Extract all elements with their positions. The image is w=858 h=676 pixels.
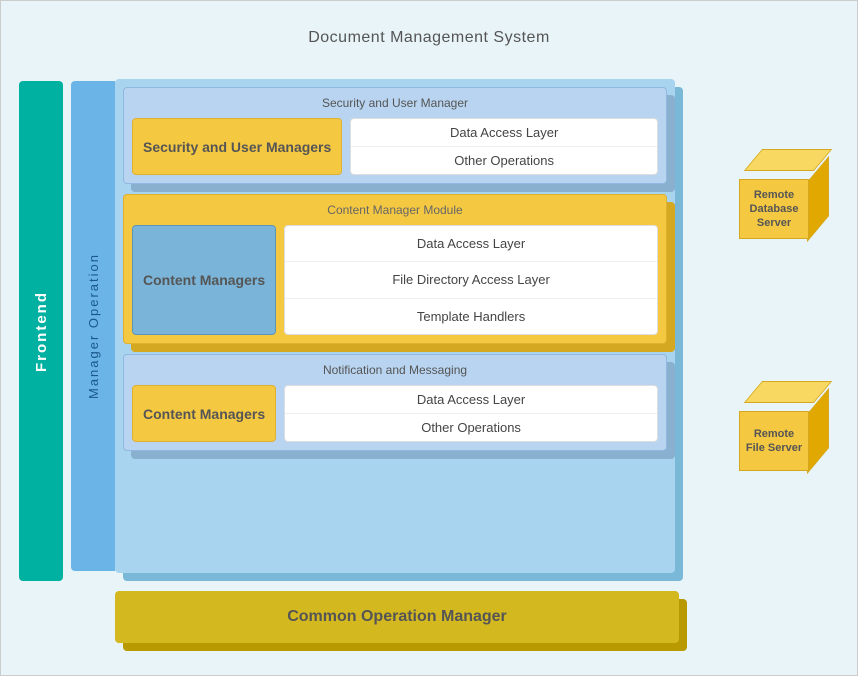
security-module-inner: Security and User Manager Security and U… <box>123 87 667 184</box>
content-module-inner: Content Manager Module Content Managers … <box>123 194 667 344</box>
content-manager-box: Content Managers <box>132 225 276 335</box>
manager-operation-label: Manager Operation <box>86 253 101 399</box>
content-module-body: Content Managers Data Access Layer File … <box>132 225 658 335</box>
remote-db-front: Remote Database Server <box>739 179 809 239</box>
content-fda: File Directory Access Layer <box>285 262 657 298</box>
common-bar: Common Operation Manager <box>115 591 679 643</box>
remote-db-label: Remote Database Server <box>744 188 804 231</box>
common-bar-label: Common Operation Manager <box>287 608 507 626</box>
security-ops-panel: Data Access Layer Other Operations <box>350 118 658 175</box>
security-dal: Data Access Layer <box>351 119 657 147</box>
remote-file-front: Remote File Server <box>739 411 809 471</box>
security-module: Security and User Manager Security and U… <box>123 87 667 184</box>
remote-file-label: Remote File Server <box>744 427 804 456</box>
security-manager-box: Security and User Managers <box>132 118 342 175</box>
security-other-ops: Other Operations <box>351 147 657 174</box>
manager-operation-bar: Manager Operation <box>71 81 115 571</box>
content-template: Template Handlers <box>285 299 657 334</box>
content-area: Security and User Manager Security and U… <box>115 79 675 573</box>
content-dal: Data Access Layer <box>285 226 657 262</box>
content-module-title: Content Manager Module <box>132 203 658 217</box>
notif-module-inner: Notification and Messaging Content Manag… <box>123 354 667 451</box>
notif-ops-panel: Data Access Layer Other Operations <box>284 385 658 442</box>
notif-module-title: Notification and Messaging <box>132 363 658 377</box>
remote-db-server: Remote Database Server <box>739 149 829 239</box>
main-container: Document Management System Frontend Mana… <box>0 0 858 676</box>
remote-file-server: Remote File Server <box>739 381 829 471</box>
notif-module-body: Content Managers Data Access Layer Other… <box>132 385 658 442</box>
frontend-label: Frontend <box>33 291 50 372</box>
frontend-bar: Frontend <box>19 81 63 581</box>
notif-manager-box: Content Managers <box>132 385 276 442</box>
content-module: Content Manager Module Content Managers … <box>123 194 667 344</box>
notif-other-ops: Other Operations <box>285 414 657 441</box>
security-module-body: Security and User Managers Data Access L… <box>132 118 658 175</box>
notification-module: Notification and Messaging Content Manag… <box>123 354 667 451</box>
notif-dal: Data Access Layer <box>285 386 657 414</box>
content-ops-panel: Data Access Layer File Directory Access … <box>284 225 658 335</box>
page-title: Document Management System <box>1 29 857 47</box>
security-module-title: Security and User Manager <box>132 96 658 110</box>
